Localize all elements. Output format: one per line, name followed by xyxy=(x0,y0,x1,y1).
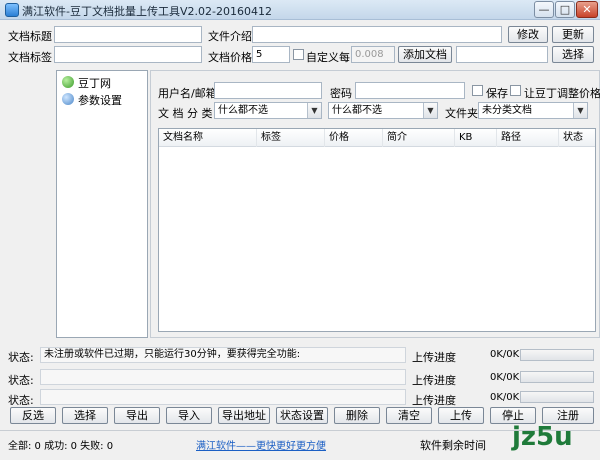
doc-tags-label: 文档标签 xyxy=(8,51,52,64)
progress-bar xyxy=(520,371,594,383)
column-header[interactable]: 标签 xyxy=(257,129,325,147)
doc-tags-field[interactable] xyxy=(54,46,202,63)
progress-label: 上传进度 xyxy=(412,394,456,407)
file-path-field[interactable] xyxy=(456,46,548,63)
settings-icon xyxy=(62,93,74,105)
invert-selection-button[interactable]: 反选 xyxy=(10,407,56,424)
export-button[interactable]: 导出 xyxy=(114,407,160,424)
close-button[interactable]: ✕ xyxy=(576,1,598,18)
category2-value: 什么都不选 xyxy=(332,105,382,116)
category1-value: 什么都不选 xyxy=(218,105,268,116)
add-doc-button[interactable]: 添加文档 xyxy=(398,46,452,63)
counts-text: 全部: 0 成功: 0 失败: 0 xyxy=(8,441,114,452)
custom-price-checkbox[interactable] xyxy=(293,49,304,60)
doc-price-label: 文档价格 xyxy=(208,51,252,64)
progress-bar xyxy=(520,349,594,361)
folder-select[interactable]: 未分类文档 ▼ xyxy=(478,102,588,119)
save-checkbox[interactable] xyxy=(472,85,483,96)
progress-text: 0K/0K xyxy=(490,372,520,383)
doc-intro-label: 文件介绍 xyxy=(208,30,252,43)
import-button[interactable]: 导入 xyxy=(166,407,212,424)
minimize-button[interactable]: — xyxy=(534,1,554,18)
column-header[interactable]: 简介 xyxy=(383,129,455,147)
username-label: 用户名/邮箱 xyxy=(158,87,217,100)
let-adjust-label: 让豆丁调整价格 xyxy=(524,87,600,100)
status-text xyxy=(40,389,406,405)
status-label: 状态: xyxy=(8,351,34,364)
custom-price-label: 自定义每K xyxy=(306,51,358,64)
category1-select[interactable]: 什么都不选 ▼ xyxy=(214,102,322,119)
save-label: 保存 xyxy=(486,87,508,100)
progress-bar xyxy=(520,391,594,403)
doc-title-label: 文档标题 xyxy=(8,30,52,43)
folder-label: 文件夹 xyxy=(445,107,478,120)
jz5u-logo: jz5u xyxy=(512,422,573,452)
choose-button[interactable]: 选择 xyxy=(552,46,594,63)
status-text xyxy=(40,369,406,385)
let-adjust-checkbox[interactable] xyxy=(510,85,521,96)
tree-item-label: 豆丁网 xyxy=(78,77,111,90)
doc-intro-field[interactable] xyxy=(252,26,502,43)
status-label: 状态: xyxy=(8,394,34,407)
document-table[interactable]: 文档名称 标签 价格 简介 KB 路径 状态 xyxy=(158,128,596,332)
tree-item-settings[interactable]: 参数设置 xyxy=(62,92,146,107)
tree-item-label: 参数设置 xyxy=(78,94,122,107)
password-label: 密码 xyxy=(330,87,352,100)
doc-title-field[interactable] xyxy=(54,26,202,43)
export-address-button[interactable]: 导出地址 xyxy=(218,407,270,424)
select-button[interactable]: 选择 xyxy=(62,407,108,424)
progress-text: 0K/0K xyxy=(490,349,520,360)
doc-price-field[interactable]: 5 xyxy=(252,46,290,63)
password-field[interactable] xyxy=(355,82,465,99)
chevron-down-icon: ▼ xyxy=(573,103,587,118)
window-title: 满江软件-豆丁文档批量上传工具V2.02-20160412 xyxy=(22,5,272,18)
column-header[interactable]: KB xyxy=(455,129,497,147)
table-header: 文档名称 标签 价格 简介 KB 路径 状态 xyxy=(159,129,595,147)
category2-select[interactable]: 什么都不选 ▼ xyxy=(328,102,438,119)
status-text: 未注册或软件已过期，只能运行30分钟，要获得完全功能: xyxy=(40,347,406,363)
website-link[interactable]: 满江软件——更快更好更方便 xyxy=(196,437,326,452)
maximize-button[interactable]: □ xyxy=(555,1,575,18)
nav-tree xyxy=(56,70,148,338)
progress-label: 上传进度 xyxy=(412,351,456,364)
column-header[interactable]: 路径 xyxy=(497,129,559,147)
column-header[interactable]: 价格 xyxy=(325,129,383,147)
chevron-down-icon: ▼ xyxy=(307,103,321,118)
app-icon xyxy=(5,3,19,17)
username-field[interactable] xyxy=(214,82,322,99)
clear-button[interactable]: 清空 xyxy=(386,407,432,424)
folder-value: 未分类文档 xyxy=(482,105,532,116)
modify-button[interactable]: 修改 xyxy=(508,26,548,43)
status-settings-button[interactable]: 状态设置 xyxy=(276,407,328,424)
remaining-time-label: 软件剩余时间 xyxy=(420,439,486,452)
column-header[interactable]: 状态 xyxy=(559,129,595,147)
progress-label: 上传进度 xyxy=(412,374,456,387)
status-label: 状态: xyxy=(8,374,34,387)
upload-button[interactable]: 上传 xyxy=(438,407,484,424)
globe-icon xyxy=(62,76,74,88)
chevron-down-icon: ▼ xyxy=(423,103,437,118)
delete-button[interactable]: 删除 xyxy=(334,407,380,424)
tree-item-douding[interactable]: 豆丁网 xyxy=(62,75,146,90)
column-header[interactable]: 文档名称 xyxy=(159,129,257,147)
custom-price-field[interactable]: 0.008 xyxy=(351,46,395,63)
category-label: 文 档 分 类 xyxy=(158,107,213,120)
footer-divider xyxy=(0,430,600,431)
progress-text: 0K/0K xyxy=(490,392,520,403)
update-button[interactable]: 更新 xyxy=(552,26,594,43)
